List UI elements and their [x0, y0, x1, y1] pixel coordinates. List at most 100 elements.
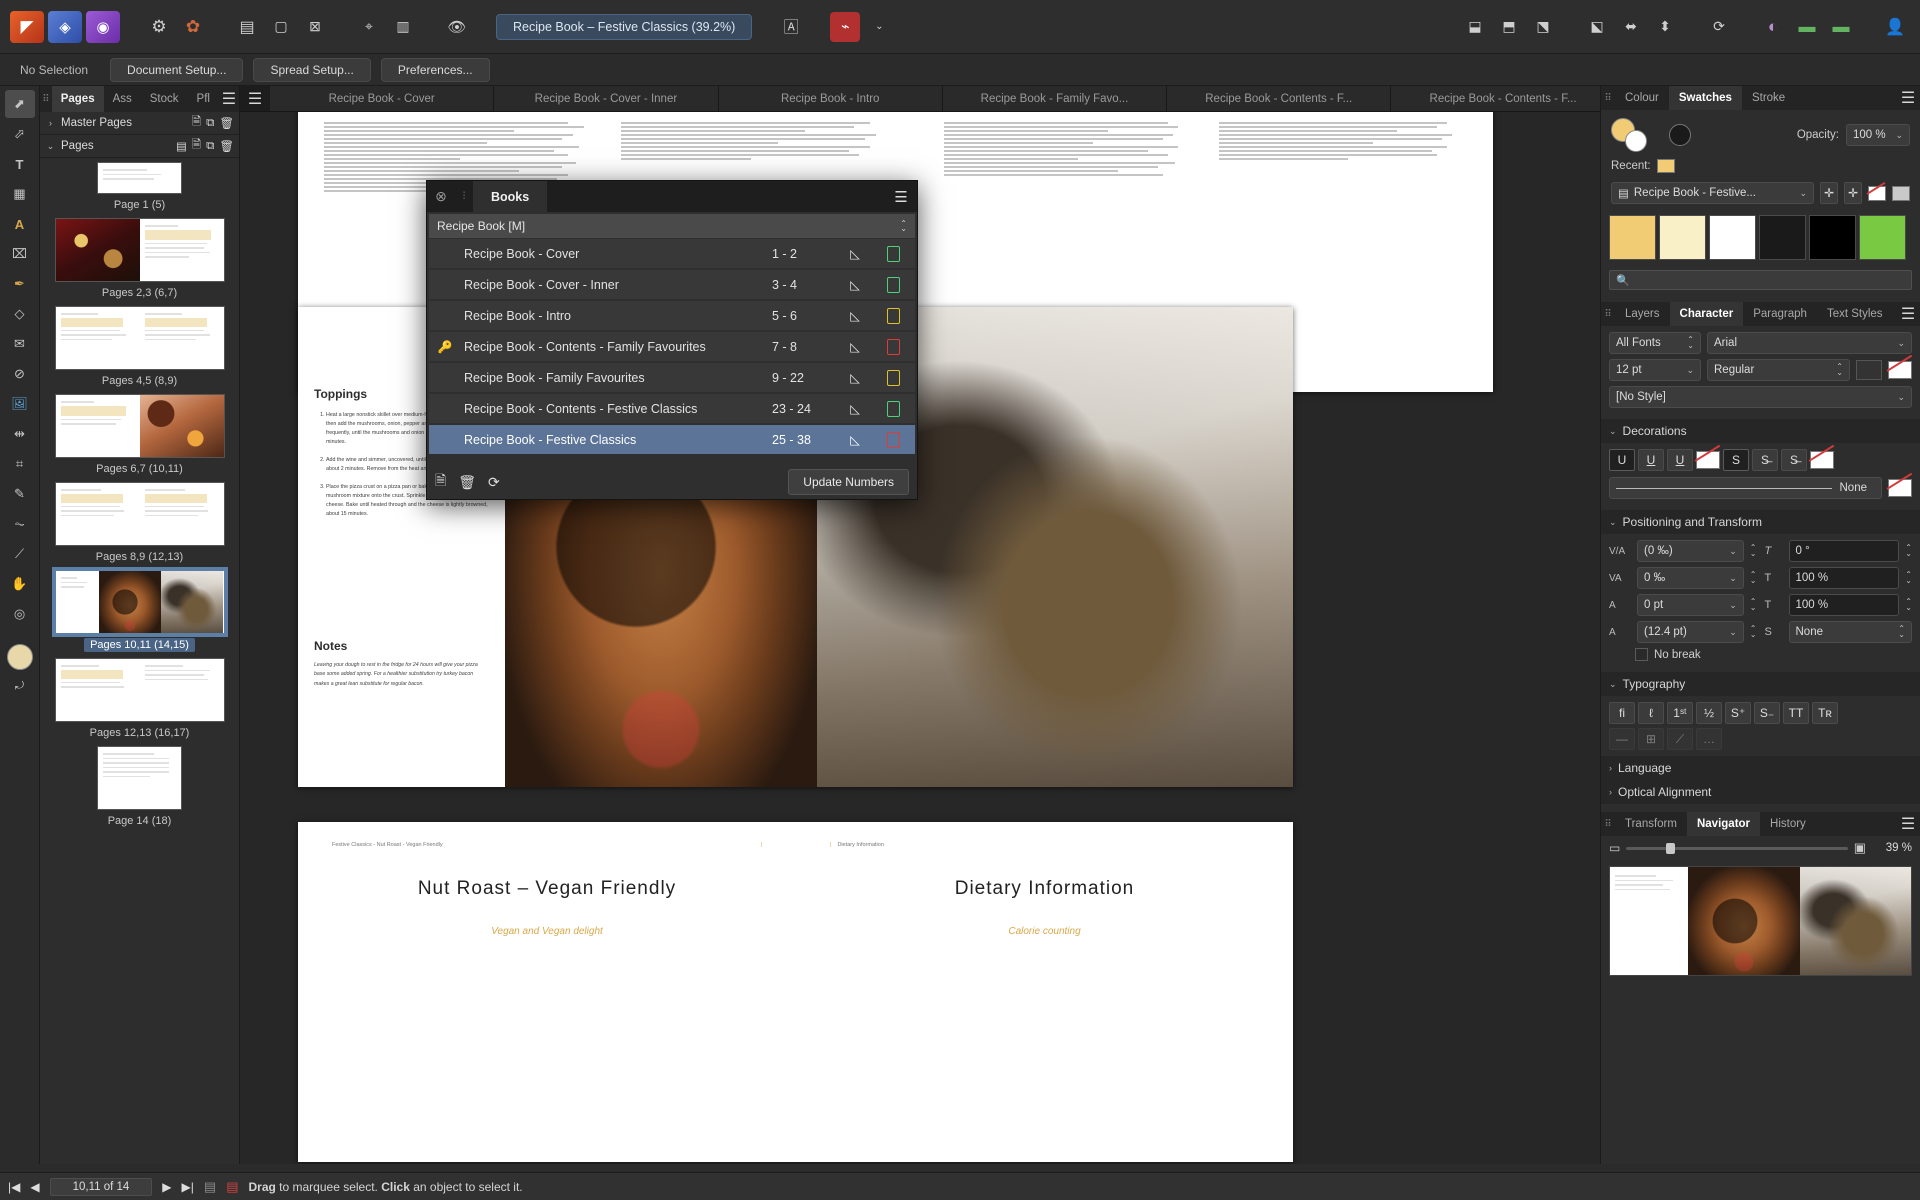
palette-dropdown[interactable]: ▤ Recipe Book - Festive... ⌄: [1611, 182, 1814, 204]
colour-picker-tool[interactable]: ⟋: [5, 540, 35, 568]
book-row[interactable]: Recipe Book - Cover 1 - 2 ◺: [429, 239, 915, 270]
tab-navigator[interactable]: Navigator: [1686, 812, 1761, 836]
tab-preflight[interactable]: Pfl: [188, 86, 219, 112]
panel-grip-icon[interactable]: ⠿: [1601, 302, 1615, 326]
no-break-row[interactable]: No break: [1635, 648, 1912, 661]
distribute-icon[interactable]: ⬕: [1582, 12, 1612, 42]
chevron-updown-icon[interactable]: ⌃ ⌄: [900, 220, 907, 233]
chevron-down-icon[interactable]: ⌄: [1729, 600, 1737, 611]
shape-tool[interactable]: ◇: [5, 300, 35, 328]
dialog-grip-icon[interactable]: ⫶: [455, 181, 473, 212]
chevron-down-icon[interactable]: ⌄: [1729, 573, 1737, 584]
swatch-cell[interactable]: [1709, 215, 1756, 260]
page-thumbnail-list[interactable]: Page 1 (5) Pages 2,3 (6,7) Pages 4,5 (8,…: [40, 158, 239, 1164]
artistic-text-tool[interactable]: A: [5, 210, 35, 238]
panel-grip-icon[interactable]: ⠿: [1601, 812, 1615, 836]
leading-stepper[interactable]: ⌃ ⌄: [1750, 625, 1757, 639]
chevron-down-icon[interactable]: ⌄: [1895, 130, 1903, 141]
swatch-cell[interactable]: [1609, 215, 1656, 260]
document-status-icon[interactable]: [876, 276, 910, 293]
align-left-icon[interactable]: ⬓: [1460, 12, 1490, 42]
affinity-publisher-logo-icon[interactable]: ◤: [10, 10, 44, 43]
chevron-right-icon[interactable]: ›: [1609, 787, 1612, 797]
document-setup-button[interactable]: Document Setup...: [110, 57, 244, 82]
settings-gear-icon[interactable]: ⚙: [144, 12, 174, 42]
text-stroke-none-icon[interactable]: [1888, 361, 1912, 379]
envelope-tool[interactable]: ✉: [5, 330, 35, 358]
page-thumbnail[interactable]: [97, 162, 182, 194]
document-status-icon[interactable]: [876, 338, 910, 355]
page-thumbnail-item[interactable]: Pages 12,13 (16,17): [40, 658, 239, 740]
chevron-down-icon[interactable]: ⌄: [1897, 338, 1905, 349]
fill-stroke-preview[interactable]: [1611, 118, 1653, 152]
tracking-stepper[interactable]: ⌃ ⌄: [1750, 544, 1757, 558]
book-row-selected[interactable]: Recipe Book - Festive Classics 25 - 38 ◺: [429, 425, 915, 456]
swatch-cell[interactable]: [1809, 215, 1856, 260]
colour-panel-hamburger-icon[interactable]: ☰: [1896, 86, 1920, 110]
swatch-cell[interactable]: [1759, 215, 1806, 260]
move-tool[interactable]: ⬈: [4, 90, 35, 118]
zoom-in-icon[interactable]: ▣: [1854, 840, 1866, 856]
opacity-field[interactable]: 100 % ⌄: [1846, 124, 1910, 146]
underline-word-button[interactable]: U: [1638, 449, 1664, 471]
font-size-field[interactable]: 12 pt ⌄: [1609, 359, 1701, 381]
book-row[interactable]: 🔑 Recipe Book - Contents - Family Favour…: [429, 332, 915, 363]
baseline-stepper[interactable]: ⌃ ⌄: [1750, 598, 1757, 612]
ligatures-icon[interactable]: fi: [1609, 702, 1635, 724]
pages-row[interactable]: ⌄ Pages ▤ 🗎 ⧉ 🗑: [40, 135, 239, 158]
document-title[interactable]: Recipe Book – Festive Classics (39.2%): [496, 13, 753, 40]
view-tool[interactable]: ✋: [5, 570, 35, 598]
tab-layers[interactable]: Layers: [1615, 302, 1670, 326]
strikethrough-button[interactable]: S: [1723, 449, 1749, 471]
book-selector-dropdown[interactable]: Recipe Book [M] ⌃ ⌄: [429, 214, 915, 238]
canvas-page-dietary-info[interactable]: | Dietary Information Dietary Informatio…: [796, 822, 1293, 1162]
flip-horizontal-icon[interactable]: ⬌: [1616, 12, 1646, 42]
delete-page-icon[interactable]: 🗑: [219, 139, 234, 153]
page-thumbnail-item[interactable]: Pages 6,7 (10,11): [40, 394, 239, 476]
page-thumbnail-item[interactable]: Page 1 (5): [40, 162, 239, 212]
rotate-icon[interactable]: ⟳: [1704, 12, 1734, 42]
designer-persona-icon[interactable]: ◈: [48, 10, 82, 43]
pin-icon[interactable]: ⌖: [354, 12, 384, 42]
swashes-icon[interactable]: ℓ: [1638, 702, 1664, 724]
document-icon[interactable]: ▤: [204, 1179, 216, 1195]
decorations-section-header[interactable]: ⌄ Decorations: [1601, 419, 1920, 443]
page-preview-icon[interactable]: ◺: [838, 277, 872, 292]
chevron-down-icon[interactable]: ⌄: [1729, 627, 1737, 638]
document-status-icon[interactable]: [876, 307, 910, 324]
add-master-icon[interactable]: 🗎: [192, 114, 201, 133]
tab-colour[interactable]: Colour: [1615, 86, 1669, 110]
stroke-colour-icon[interactable]: ▬: [1792, 12, 1822, 42]
font-weight-dropdown[interactable]: Regular ⌃ ⌄: [1707, 359, 1850, 381]
tab-stock[interactable]: Stock: [141, 86, 188, 112]
no-fill-icon[interactable]: [1868, 185, 1886, 201]
document-status-icon[interactable]: [876, 400, 910, 417]
next-page-icon[interactable]: ▶: [162, 1180, 171, 1194]
optical-alignment-section-header[interactable]: › Optical Alignment: [1601, 780, 1920, 804]
chevron-down-icon[interactable]: ⌄: [1609, 426, 1617, 437]
spread-setup-icon[interactable]: ▤: [176, 139, 187, 153]
ordinals-icon[interactable]: 1ˢᵗ: [1667, 702, 1693, 724]
strikethrough-word-button[interactable]: S̶: [1752, 449, 1778, 471]
add-global-swatch-icon[interactable]: ✛: [1844, 182, 1862, 204]
frame-text-tool[interactable]: T: [5, 150, 35, 178]
tab-pages[interactable]: Pages: [51, 86, 104, 112]
document-tab-cover[interactable]: Recipe Book - Cover: [270, 86, 495, 111]
strikethrough-double-button[interactable]: S̶: [1781, 449, 1807, 471]
page-preview-icon[interactable]: ◺: [838, 246, 872, 261]
chevron-down-icon[interactable]: ⌄: [1897, 392, 1905, 403]
preview-mode-icon[interactable]: 👁: [442, 12, 472, 42]
page-thumbnail[interactable]: [97, 746, 182, 810]
tab-text-styles[interactable]: Text Styles: [1817, 302, 1893, 326]
fill-swatch[interactable]: [6, 644, 33, 670]
transparency-tool[interactable]: ⏦: [5, 510, 35, 538]
page-preview-icon[interactable]: ◺: [838, 339, 872, 354]
account-icon[interactable]: 👤: [1880, 12, 1910, 42]
duplicate-master-icon[interactable]: ⧉: [206, 117, 214, 130]
panel-grip-icon[interactable]: ⠿: [40, 86, 52, 112]
subscript-icon[interactable]: S₋: [1754, 702, 1780, 724]
page-preview-icon[interactable]: ◺: [838, 401, 872, 416]
page-thumbnail[interactable]: [54, 394, 225, 458]
tab-transform[interactable]: Transform: [1615, 812, 1687, 836]
master-pages-row[interactable]: › Master Pages 🗎 ⧉ 🗑: [40, 112, 239, 135]
